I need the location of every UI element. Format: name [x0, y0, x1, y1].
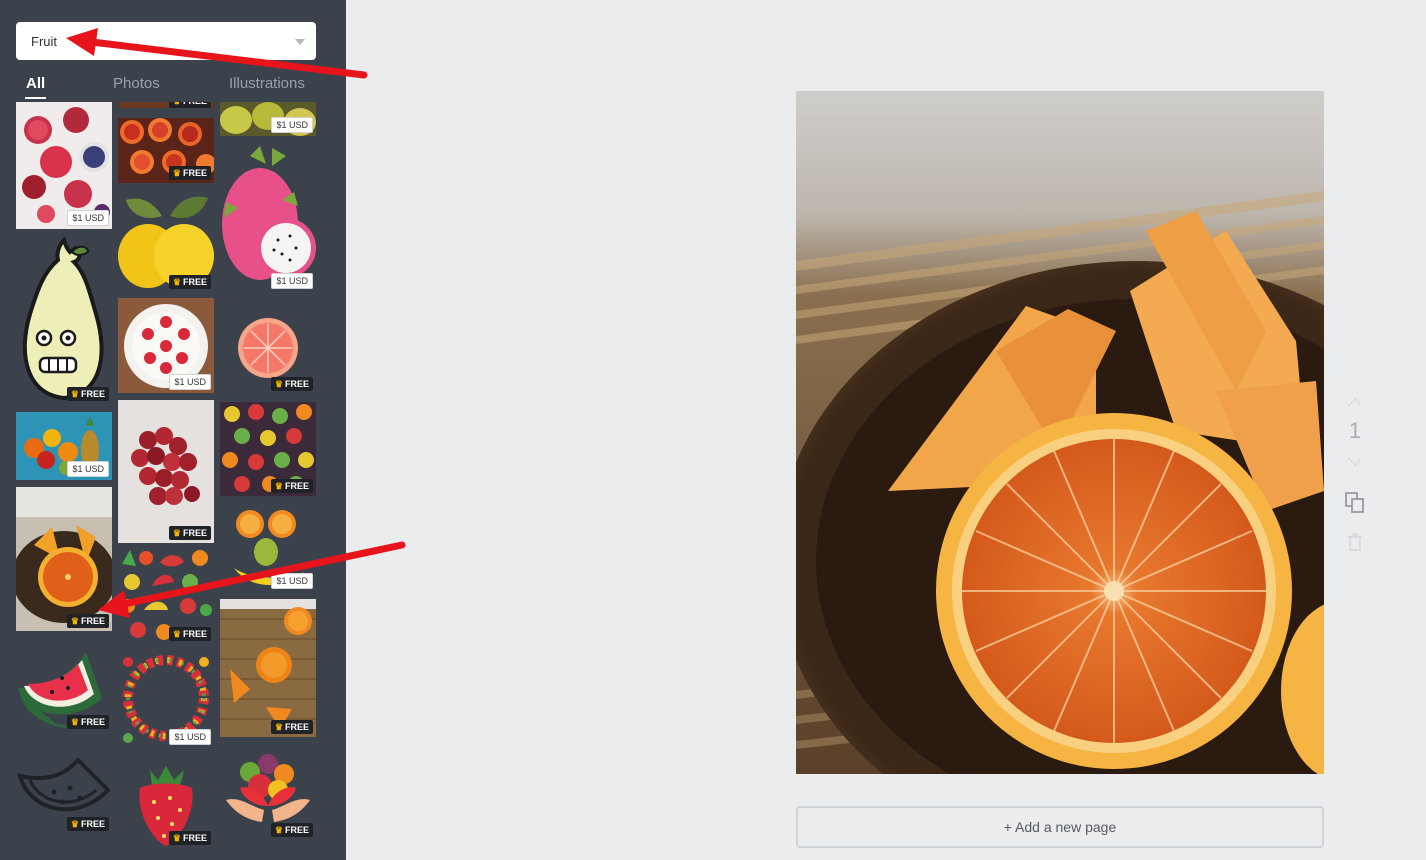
search-input[interactable]: Fruit: [16, 22, 316, 60]
free-badge: ♛FREE: [270, 823, 313, 837]
crown-icon: ♛: [70, 819, 79, 829]
free-badge: ♛FREE: [168, 526, 211, 540]
price-badge: $1 USD: [67, 210, 109, 226]
thumbnail-pear-monster[interactable]: ♛ FREE: [16, 234, 112, 404]
tab-all[interactable]: All: [24, 75, 47, 99]
thumbnail-pears-photo[interactable]: $1 USD: [220, 102, 316, 136]
search-value: Fruit: [31, 34, 57, 49]
free-badge: ♛FREE: [168, 275, 211, 289]
thumbnail-raspberry-bowl[interactable]: $1 USD: [118, 298, 214, 393]
pear-monster-image: [22, 236, 104, 401]
thumbnail-fruit-face[interactable]: $1 USD: [220, 506, 316, 592]
thumbnail-watermelon-outline[interactable]: ♛ FREE: [16, 750, 112, 834]
free-badge: ♛FREE: [270, 720, 313, 734]
thumbnail-fruit-wreath[interactable]: $1 USD: [118, 650, 214, 748]
thumbnail-partial-top[interactable]: ♛FREE: [118, 102, 214, 108]
free-badge: ♛FREE: [270, 377, 313, 391]
price-badge: $1 USD: [271, 273, 313, 289]
thumbnail-lemons[interactable]: ♛ FREE: [118, 190, 214, 292]
price-badge: $1 USD: [67, 461, 109, 477]
crown-icon: ♛: [274, 825, 283, 835]
crown-icon: ♛: [172, 833, 181, 843]
thumbnail-hands-fruit[interactable]: ♛ FREE: [220, 748, 316, 840]
chevron-down-icon[interactable]: [1347, 456, 1363, 468]
thumbnail-fruit-on-blue[interactable]: $1 USD: [16, 412, 112, 480]
price-badge: $1 USD: [271, 117, 313, 133]
tab-illustrations[interactable]: Illustrations: [229, 75, 305, 92]
free-badge: ♛FREE: [66, 614, 109, 628]
free-badge: ♛FREE: [168, 627, 211, 641]
thumbnail-oranges-on-mat[interactable]: ♛ FREE: [220, 599, 316, 737]
thumbnail-dragon-fruit[interactable]: $1 USD: [220, 142, 316, 292]
copy-page-icon[interactable]: [1345, 492, 1365, 514]
crown-icon: ♛: [172, 528, 181, 538]
free-badge: ♛FREE: [168, 166, 211, 180]
free-badge: ♛FREE: [66, 817, 109, 831]
thumbnail-watermelon[interactable]: ♛ FREE: [16, 648, 112, 732]
editor-window: Fruit All Photos Illustrations $1 USD ♛ …: [0, 0, 1426, 860]
dragon-fruit-image: [222, 146, 316, 280]
chevron-down-icon[interactable]: [295, 39, 305, 45]
thumbnail-blood-oranges[interactable]: ♛ FREE: [118, 118, 214, 183]
page-number: 1: [1348, 418, 1362, 443]
thumbnail-orange-bowl[interactable]: ♛ FREE: [16, 487, 112, 631]
chevron-up-icon[interactable]: [1347, 396, 1363, 408]
free-badge: ♛FREE: [168, 102, 211, 108]
price-badge: $1 USD: [169, 374, 211, 390]
crown-icon: ♛: [172, 277, 181, 287]
crown-icon: ♛: [172, 629, 181, 639]
free-badge: ♛FREE: [168, 831, 211, 845]
oranges-on-mat-image: [220, 599, 316, 737]
design-page[interactable]: [796, 91, 1324, 774]
crown-icon: ♛: [173, 102, 181, 106]
orange-slices-photo: [796, 91, 1324, 774]
trash-icon[interactable]: [1347, 533, 1363, 551]
price-badge: $1 USD: [271, 573, 313, 589]
crown-icon: ♛: [172, 168, 181, 178]
crown-icon: ♛: [274, 722, 283, 732]
price-badge: $1 USD: [169, 729, 211, 745]
add-page-button[interactable]: + Add a new page: [796, 806, 1324, 848]
crown-icon: ♛: [70, 717, 79, 727]
thumbnail-strawberry[interactable]: ♛ FREE: [118, 762, 214, 848]
thumbnail-fruit-pattern[interactable]: ♛ FREE: [118, 548, 214, 644]
thumbnail-grapes[interactable]: ♛ FREE: [118, 400, 214, 543]
grapes-image: [118, 400, 214, 543]
crown-icon: ♛: [70, 616, 79, 626]
crown-icon: ♛: [274, 379, 283, 389]
orange-bowl-image: [16, 487, 112, 631]
crown-icon: ♛: [274, 481, 283, 491]
thumbnail-grapefruit[interactable]: ♛ FREE: [220, 298, 316, 394]
free-badge: ♛FREE: [66, 715, 109, 729]
results-grid: $1 USD ♛ FREE $1 USD ♛ FREE ♛ FREE ♛ FRE…: [0, 102, 346, 860]
thumbnail-berry-bowls[interactable]: $1 USD: [16, 102, 112, 229]
tab-photos[interactable]: Photos: [113, 75, 160, 92]
free-badge: ♛FREE: [66, 387, 109, 401]
crown-icon: ♛: [70, 389, 79, 399]
thumbnail-fruit-dark-pattern[interactable]: ♛ FREE: [220, 402, 316, 496]
tab-bar: All Photos Illustrations: [0, 72, 346, 99]
free-badge: ♛FREE: [270, 479, 313, 493]
sidebar: Fruit All Photos Illustrations $1 USD ♛ …: [0, 0, 346, 860]
